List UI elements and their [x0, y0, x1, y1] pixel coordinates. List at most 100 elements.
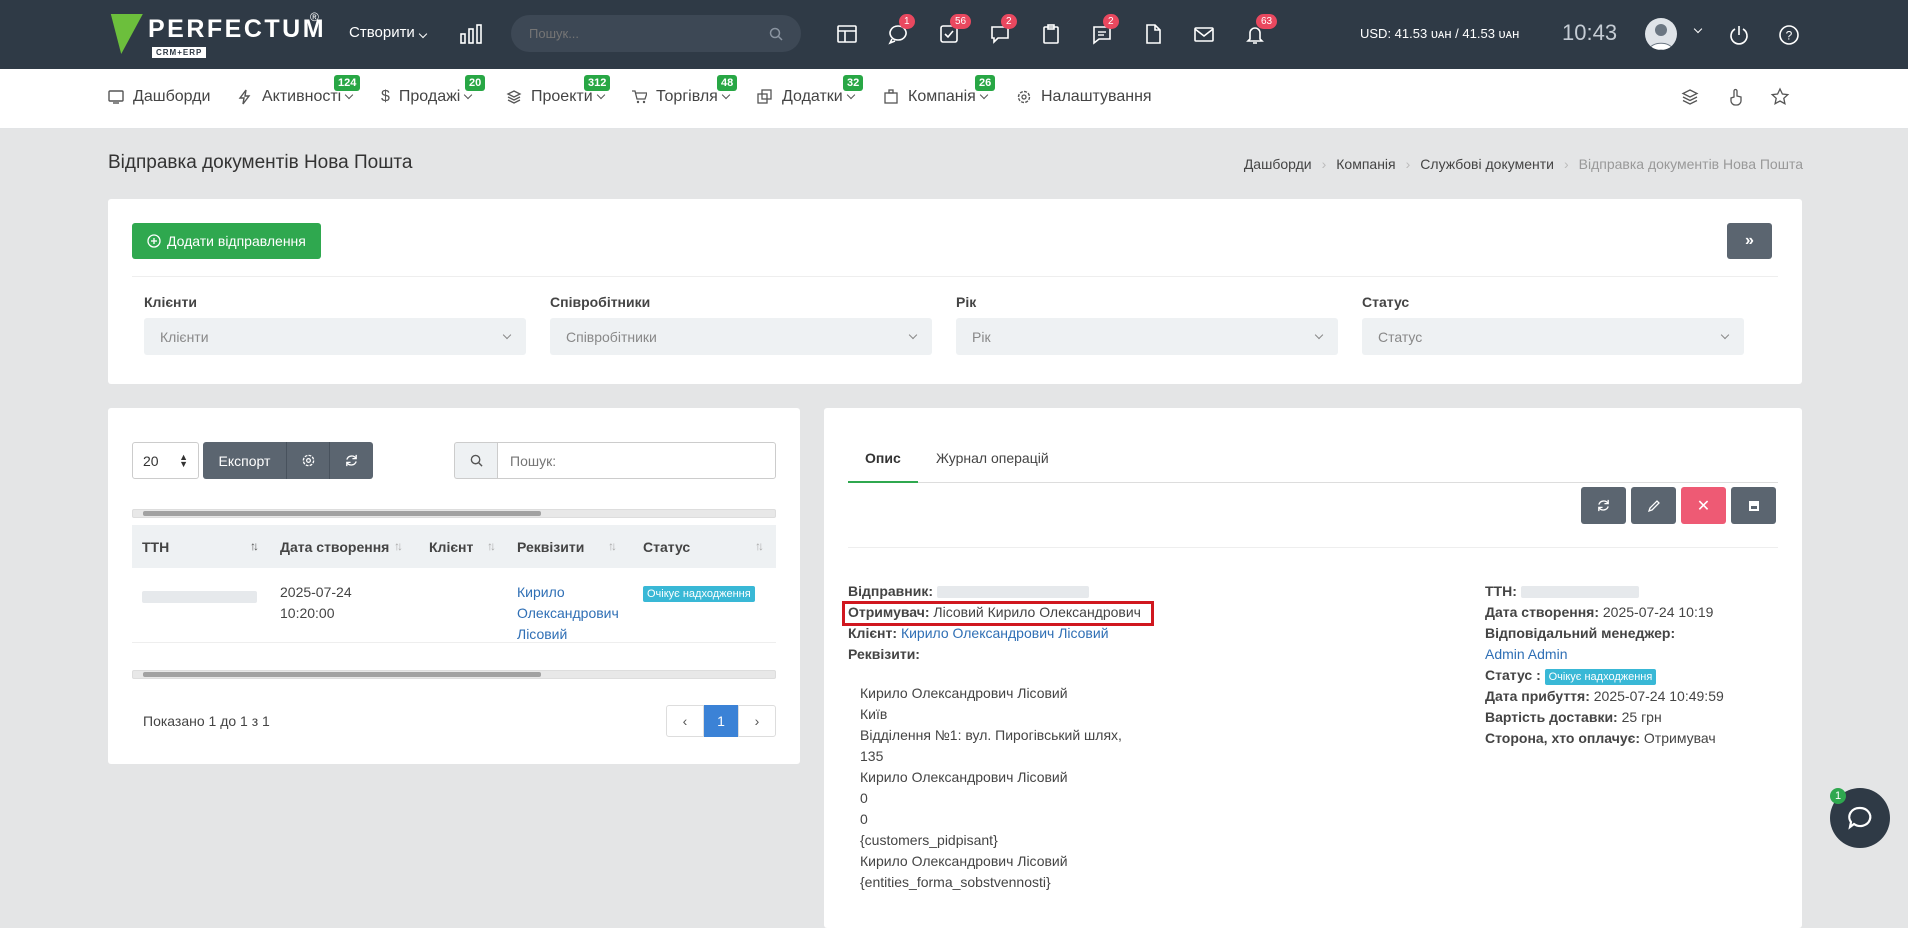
menu-settings[interactable]: Налаштування — [1016, 88, 1152, 106]
requisites-label: Реквізити: — [848, 644, 920, 665]
sort-icon[interactable]: ↑↓ — [608, 539, 617, 553]
list-search-input[interactable] — [497, 442, 776, 479]
layers-icon — [506, 90, 522, 104]
toggle-panel-button[interactable]: » — [1727, 223, 1772, 259]
ttn-redacted[interactable] — [142, 588, 257, 609]
help-icon[interactable]: ? — [1778, 24, 1800, 46]
req-line: Відділення №1: вул. Пирогівський шлях, — [860, 727, 1122, 743]
menu-sales[interactable]: $ Продажі 20 — [381, 75, 486, 106]
user-menu-chevron-icon[interactable] — [1693, 24, 1703, 34]
req-line: 0 — [860, 790, 868, 806]
clients-select[interactable]: Клієнти — [144, 318, 526, 355]
bell-icon[interactable]: 63 — [1244, 14, 1278, 45]
filter-label: Співробітники — [550, 294, 651, 310]
building-icon — [884, 89, 898, 104]
client-link[interactable]: Кирило Олександрович Лісовий — [901, 625, 1109, 641]
gear-icon — [1017, 90, 1031, 104]
create-dropdown[interactable]: Створити — [349, 24, 428, 41]
created-label: Дата створення: — [1485, 604, 1599, 620]
logo-text: PERFECTUM — [148, 15, 327, 43]
bar-chart-icon[interactable] — [460, 24, 482, 44]
settings-button[interactable] — [287, 442, 330, 479]
detail-tabs: Опис Журнал операцій — [848, 432, 1778, 483]
horizontal-scrollbar-bottom[interactable] — [132, 670, 776, 679]
page-button[interactable]: 1 — [704, 705, 738, 737]
star-icon[interactable] — [1770, 87, 1790, 107]
logo[interactable]: PERFECTUM ® CRM+ERP — [105, 10, 327, 58]
menu-addons[interactable]: Додатки 32 — [757, 75, 864, 106]
ttn-row: ТТН: — [1485, 581, 1639, 602]
tasks-icon[interactable]: 56 — [938, 14, 972, 45]
monitor-icon — [108, 90, 124, 104]
employees-select[interactable]: Співробітники — [550, 318, 932, 355]
arrival-label: Дата прибуття: — [1485, 688, 1590, 704]
sort-icon[interactable]: ↑↓ — [394, 539, 403, 553]
year-select[interactable]: Рік — [956, 318, 1338, 355]
filter-label: Клієнти — [144, 294, 197, 310]
menu-projects[interactable]: Проекти 312 — [506, 75, 611, 106]
chevron-down-icon — [908, 330, 918, 339]
select-placeholder: Клієнти — [160, 328, 209, 345]
status-select[interactable]: Статус — [1362, 318, 1744, 355]
menu-company-label: Компанія — [908, 88, 976, 105]
hand-pointer-icon[interactable] — [1726, 87, 1746, 107]
manager-link[interactable]: Admin Admin — [1485, 644, 1567, 665]
page-size-select[interactable]: 20 ▲ ▼ — [132, 442, 199, 479]
req-line: Кирило Олександрович Лісовий — [860, 769, 1068, 785]
chat-icon[interactable]: 1 — [887, 14, 915, 45]
requisites-link[interactable]: Кирило Олександрович Лісовий — [517, 582, 619, 645]
clock: 10:43 — [1562, 20, 1618, 45]
menu-activities[interactable]: Активності 124 — [237, 75, 361, 106]
search-icon — [769, 27, 783, 41]
col-created[interactable]: Дата створення — [280, 539, 389, 555]
col-requisites[interactable]: Реквізити — [517, 539, 584, 555]
prev-page-button[interactable]: ‹ — [666, 705, 704, 737]
add-shipment-button[interactable]: Додати відправлення — [132, 223, 321, 259]
layers-stack-icon[interactable] — [1680, 87, 1700, 107]
sort-icon[interactable]: ↑↓ — [755, 539, 764, 553]
mail-icon[interactable] — [1193, 23, 1217, 45]
scroll-thumb[interactable] — [143, 511, 541, 516]
breadcrumb-item[interactable]: Службові документи — [1420, 156, 1554, 172]
req-line: Кирило — [517, 584, 565, 600]
sort-icon[interactable]: ↑↓ — [487, 539, 496, 553]
ttn-label: ТТН: — [1485, 583, 1517, 599]
clipboard-icon[interactable] — [1040, 23, 1064, 45]
redacted-value — [142, 591, 257, 603]
tab-description[interactable]: Опис — [865, 450, 901, 466]
scroll-thumb[interactable] — [143, 672, 541, 677]
global-search-input[interactable] — [529, 26, 749, 41]
active-tab-indicator — [848, 481, 918, 483]
avatar[interactable] — [1645, 18, 1677, 50]
refresh-button[interactable] — [1581, 487, 1626, 524]
global-search[interactable] — [511, 15, 801, 52]
menu-trade[interactable]: Торгівля 48 — [631, 75, 738, 106]
chevron-down-icon — [721, 90, 731, 100]
horizontal-scrollbar-top[interactable] — [132, 509, 776, 518]
notes-icon[interactable]: 2 — [1091, 14, 1119, 45]
power-icon[interactable] — [1728, 24, 1750, 46]
table-row[interactable]: 2025-07-24 10:20:00 Кирило Олександрович Лі… — [132, 568, 776, 643]
delete-button[interactable]: ✕ — [1681, 487, 1726, 524]
sort-desc-icon[interactable]: ↑↓ — [250, 539, 259, 553]
export-button[interactable]: Експорт — [203, 442, 287, 479]
col-ttn[interactable]: ТТН — [142, 539, 169, 555]
next-page-button[interactable]: › — [738, 705, 776, 737]
document-icon[interactable] — [1142, 23, 1166, 45]
print-button[interactable] — [1731, 487, 1776, 524]
arrival-row: Дата прибуття: 2025-07-24 10:49:59 — [1485, 686, 1724, 707]
menu-dashboards[interactable]: Дашборди — [108, 88, 210, 106]
select-placeholder: Рік — [972, 328, 991, 345]
messages-icon[interactable]: 2 — [989, 14, 1017, 45]
shipment-detail-card: Опис Журнал операцій ✕ Відправник: Отрим… — [824, 408, 1802, 928]
kanban-icon[interactable] — [836, 23, 860, 45]
edit-button[interactable] — [1631, 487, 1676, 524]
menu-company[interactable]: Компанія 26 — [883, 75, 996, 106]
refresh-button[interactable] — [330, 442, 373, 479]
breadcrumb-item[interactable]: Компанія — [1336, 156, 1395, 172]
bell-badge: 63 — [1256, 14, 1278, 29]
tab-operations-log[interactable]: Журнал операцій — [936, 450, 1049, 466]
col-client[interactable]: Клієнт — [429, 539, 473, 555]
col-status[interactable]: Статус — [643, 539, 690, 555]
breadcrumb-item[interactable]: Дашборди — [1244, 156, 1312, 172]
